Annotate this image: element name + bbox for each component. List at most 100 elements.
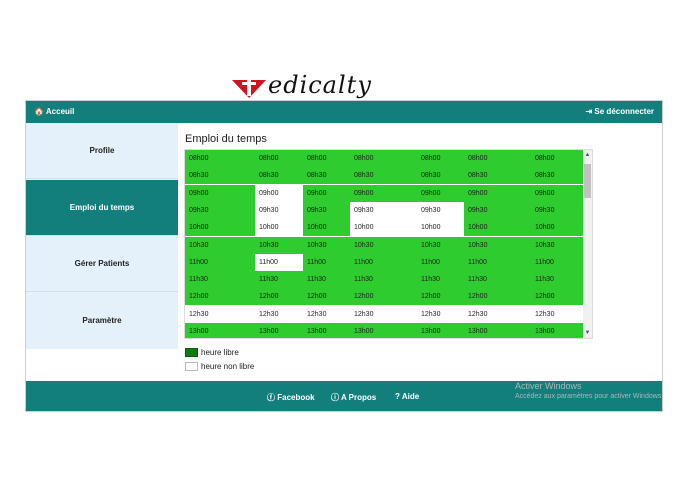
scroll-up-icon[interactable]: ▲ <box>583 150 592 160</box>
time-slot-free[interactable]: 10h30 <box>185 236 255 254</box>
time-slot-busy[interactable]: 12h30 <box>417 305 464 323</box>
time-slot-free[interactable]: 08h00 <box>255 150 303 167</box>
time-slot-free[interactable]: 09h00 <box>417 184 464 202</box>
time-slot-free[interactable]: 13h00 <box>303 323 350 338</box>
time-slot-free[interactable]: 11h00 <box>531 253 585 271</box>
time-slot-free[interactable]: 11h00 <box>185 253 255 271</box>
time-slot-free[interactable]: 09h30 <box>185 201 255 219</box>
schedule-row: 13h00 13h00 13h00 13h00 13h00 13h00 13h00 <box>185 323 585 338</box>
time-slot-free[interactable]: 13h00 <box>350 323 417 338</box>
time-slot-busy[interactable]: 10h00 <box>417 219 464 237</box>
schedule-row: 12h00 12h00 12h00 12h00 12h00 12h00 12h00 <box>185 288 585 306</box>
time-slot-free[interactable]: 11h30 <box>417 271 464 289</box>
time-slot-busy[interactable]: 12h30 <box>464 305 531 323</box>
time-slot-free[interactable]: 08h30 <box>464 167 531 185</box>
time-slot-free[interactable]: 10h00 <box>531 219 585 237</box>
time-slot-free[interactable]: 08h00 <box>350 150 417 167</box>
time-slot-busy[interactable]: 12h30 <box>303 305 350 323</box>
schedule-grid[interactable]: 08h00 08h00 08h00 08h00 08h00 08h00 08h00 08h30… <box>184 149 593 339</box>
time-slot-free[interactable]: 08h00 <box>417 150 464 167</box>
time-slot-free[interactable]: 11h00 <box>350 253 417 271</box>
about-label: A Propos <box>340 393 377 402</box>
time-slot-free[interactable]: 13h00 <box>185 323 255 338</box>
info-icon: ⓘ <box>331 393 339 402</box>
time-slot-free[interactable]: 11h30 <box>464 271 531 289</box>
time-slot-busy[interactable]: 09h00 <box>255 184 303 202</box>
scroll-down-icon[interactable]: ▼ <box>583 328 592 338</box>
time-slot-free[interactable]: 10h30 <box>255 236 303 254</box>
time-slot-free[interactable]: 09h30 <box>464 201 531 219</box>
time-slot-free[interactable]: 08h30 <box>531 167 585 185</box>
time-slot-free[interactable]: 09h30 <box>303 201 350 219</box>
top-navbar: 🏠 Acceuil ⇥ Se déconnecter <box>26 101 662 123</box>
time-slot-busy[interactable]: 09h30 <box>350 201 417 219</box>
facebook-link[interactable]: ⓕ Facebook <box>267 392 315 403</box>
time-slot-free[interactable]: 13h00 <box>531 323 585 338</box>
time-slot-busy[interactable]: 12h30 <box>255 305 303 323</box>
time-slot-busy[interactable]: 11h00 <box>255 253 303 271</box>
time-slot-free[interactable]: 08h00 <box>464 150 531 167</box>
about-link[interactable]: ⓘ A Propos <box>331 392 376 403</box>
time-slot-free[interactable]: 13h00 <box>464 323 531 338</box>
time-slot-free[interactable]: 10h00 <box>303 219 350 237</box>
time-slot-busy[interactable]: 10h00 <box>255 219 303 237</box>
time-slot-free[interactable]: 10h00 <box>185 219 255 237</box>
time-slot-free[interactable]: 10h30 <box>417 236 464 254</box>
sidebar-item-patients[interactable]: Gérer Patients <box>26 236 178 292</box>
time-slot-free[interactable]: 09h00 <box>303 184 350 202</box>
time-slot-free[interactable]: 10h30 <box>303 236 350 254</box>
time-slot-free[interactable]: 08h30 <box>350 167 417 185</box>
time-slot-busy[interactable]: 12h30 <box>531 305 585 323</box>
time-slot-free[interactable]: 09h00 <box>464 184 531 202</box>
time-slot-free[interactable]: 08h30 <box>185 167 255 185</box>
time-slot-free[interactable]: 11h00 <box>417 253 464 271</box>
time-slot-free[interactable]: 08h00 <box>303 150 350 167</box>
schedule-row: 10h00 10h00 10h00 10h00 10h00 10h00 10h00 <box>185 219 585 237</box>
home-link[interactable]: 🏠 Acceuil <box>34 107 74 116</box>
time-slot-free[interactable]: 12h00 <box>350 288 417 306</box>
time-slot-free[interactable]: 12h00 <box>417 288 464 306</box>
time-slot-free[interactable]: 08h30 <box>417 167 464 185</box>
sidebar-item-settings[interactable]: Paramètre <box>26 292 178 348</box>
sidebar-item-profile[interactable]: Profile <box>26 123 178 179</box>
time-slot-free[interactable]: 11h30 <box>255 271 303 289</box>
scrollbar[interactable]: ▲ ▼ <box>583 150 592 338</box>
time-slot-free[interactable]: 11h30 <box>303 271 350 289</box>
app-window: 🏠 Acceuil ⇥ Se déconnecter Profile Emplo… <box>26 101 662 411</box>
time-slot-free[interactable]: 11h30 <box>350 271 417 289</box>
time-slot-free[interactable]: 10h30 <box>464 236 531 254</box>
time-slot-free[interactable]: 09h00 <box>350 184 417 202</box>
time-slot-busy[interactable]: 09h30 <box>255 201 303 219</box>
time-slot-busy[interactable]: 12h30 <box>185 305 255 323</box>
sidebar-item-label: Gérer Patients <box>74 259 130 268</box>
time-slot-free[interactable]: 10h30 <box>350 236 417 254</box>
time-slot-free[interactable]: 08h00 <box>531 150 585 167</box>
sidebar-item-schedule[interactable]: Emploi du temps <box>26 180 178 236</box>
help-link[interactable]: ? Aide <box>395 392 419 401</box>
time-slot-free[interactable]: 11h00 <box>464 253 531 271</box>
time-slot-free[interactable]: 13h00 <box>417 323 464 338</box>
time-slot-busy[interactable]: 09h30 <box>417 201 464 219</box>
time-slot-free[interactable]: 12h00 <box>255 288 303 306</box>
time-slot-busy[interactable]: 10h00 <box>350 219 417 237</box>
time-slot-busy[interactable]: 12h30 <box>350 305 417 323</box>
time-slot-free[interactable]: 11h00 <box>303 253 350 271</box>
time-slot-free[interactable]: 08h30 <box>303 167 350 185</box>
time-slot-free[interactable]: 09h00 <box>531 184 585 202</box>
scroll-thumb[interactable] <box>584 164 591 198</box>
help-label: Aide <box>401 392 420 401</box>
time-slot-free[interactable]: 08h30 <box>255 167 303 185</box>
time-slot-free[interactable]: 10h00 <box>464 219 531 237</box>
time-slot-free[interactable]: 10h30 <box>531 236 585 254</box>
time-slot-free[interactable]: 08h00 <box>185 150 255 167</box>
time-slot-free[interactable]: 09h30 <box>531 201 585 219</box>
time-slot-free[interactable]: 12h00 <box>185 288 255 306</box>
time-slot-free[interactable]: 13h00 <box>255 323 303 338</box>
time-slot-free[interactable]: 11h30 <box>185 271 255 289</box>
time-slot-free[interactable]: 11h30 <box>531 271 585 289</box>
time-slot-free[interactable]: 09h00 <box>185 184 255 202</box>
time-slot-free[interactable]: 12h00 <box>464 288 531 306</box>
time-slot-free[interactable]: 12h00 <box>531 288 585 306</box>
logout-link[interactable]: ⇥ Se déconnecter <box>585 107 654 116</box>
time-slot-free[interactable]: 12h00 <box>303 288 350 306</box>
